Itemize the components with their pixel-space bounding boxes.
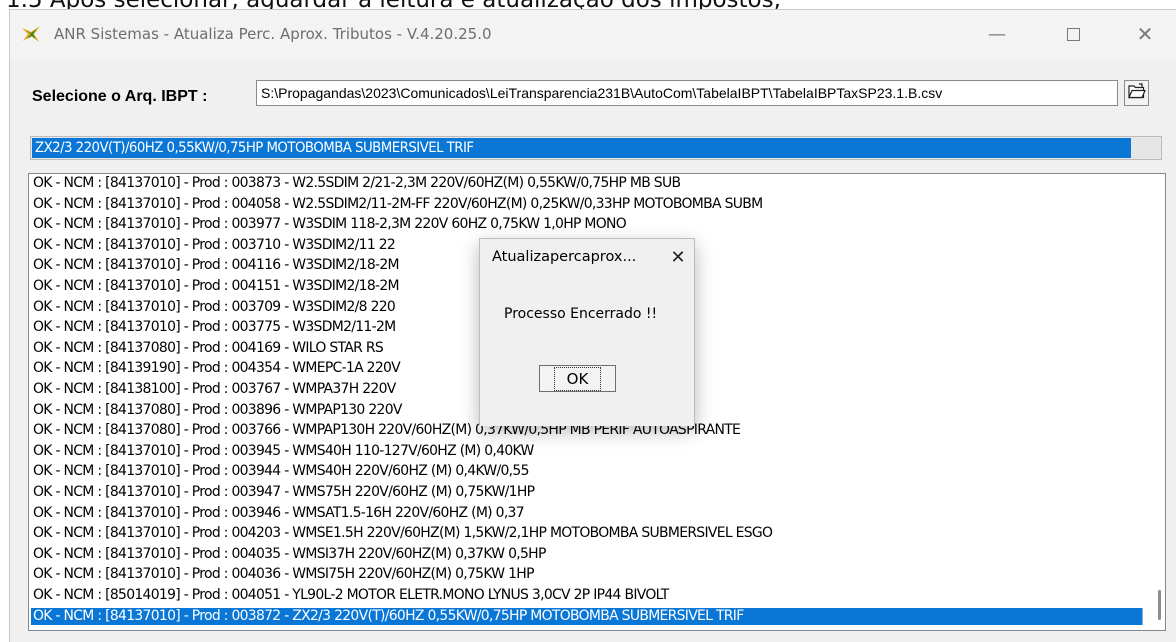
progress-current-item: ZX2/3 220V(T)/60HZ 0,55KW/0,75HP MOTOBOM…	[35, 140, 474, 156]
dialog-message: Processo Encerrado !!	[504, 306, 658, 322]
minimize-icon: —	[988, 23, 1006, 45]
file-select-label: Selecione o Arq. IBPT :	[32, 88, 208, 105]
log-list-item[interactable]: OK - NCM : [84137010] - Prod : 004035 - …	[31, 546, 1143, 563]
log-list-item[interactable]: OK - NCM : [84137010] - Prod : 003947 - …	[31, 484, 1143, 501]
maximize-button[interactable]	[1050, 10, 1096, 58]
close-button[interactable]: ✕	[1122, 10, 1168, 58]
log-list-item[interactable]: OK - NCM : [84137010] - Prod : 003944 - …	[31, 463, 1143, 480]
progress-fill: ZX2/3 220V(T)/60HZ 0,55KW/0,75HP MOTOBOM…	[32, 138, 1131, 158]
close-icon: ✕	[1136, 22, 1154, 46]
message-dialog: Atualizapercaprox... ✕ Processo Encerrad…	[479, 238, 695, 426]
minimize-button[interactable]: —	[974, 10, 1020, 58]
dialog-title: Atualizapercaprox...	[492, 249, 637, 265]
log-list-item[interactable]: OK - NCM : [84137010] - Prod : 003872 - …	[31, 607, 1143, 625]
dialog-close-button[interactable]: ✕	[666, 245, 690, 269]
dialog-body: Processo Encerrado !! OK	[480, 277, 694, 426]
scrollbar-thumb[interactable]	[1158, 590, 1161, 620]
ibpt-file-path-input[interactable]: S:\Propagandas\2023\Comunicados\LeiTrans…	[256, 80, 1118, 106]
ok-button[interactable]: OK	[539, 365, 616, 392]
window-title: ANR Sistemas - Atualiza Perc. Aprox. Tri…	[54, 25, 492, 43]
close-icon: ✕	[670, 246, 686, 268]
maximize-icon	[1066, 27, 1080, 41]
open-file-button[interactable]	[1124, 80, 1149, 106]
folder-open-icon	[1127, 82, 1146, 104]
log-list-item[interactable]: OK - NCM : [84137010] - Prod : 003873 - …	[31, 175, 1143, 192]
log-list-item[interactable]: OK - NCM : [84137010] - Prod : 003977 - …	[31, 216, 1143, 233]
log-list-item[interactable]: OK - NCM : [84137010] - Prod : 004203 - …	[31, 525, 1143, 542]
title-bar: ANR Sistemas - Atualiza Perc. Aprox. Tri…	[10, 10, 1176, 58]
log-list-item[interactable]: OK - NCM : [84137010] - Prod : 003946 - …	[31, 505, 1143, 522]
log-list-item[interactable]: OK - NCM : [84137010] - Prod : 004036 - …	[31, 566, 1143, 583]
app-logo-icon	[20, 24, 42, 44]
log-list-item[interactable]: OK - NCM : [84137010] - Prod : 004058 - …	[31, 196, 1143, 213]
log-list-item[interactable]: OK - NCM : [85014019] - Prod : 004051 - …	[31, 587, 1143, 604]
ok-button-label: OK	[553, 366, 602, 391]
progress-bar: ZX2/3 220V(T)/60HZ 0,55KW/0,75HP MOTOBOM…	[30, 136, 1162, 160]
log-list-item[interactable]: OK - NCM : [84137010] - Prod : 003945 - …	[31, 443, 1143, 460]
